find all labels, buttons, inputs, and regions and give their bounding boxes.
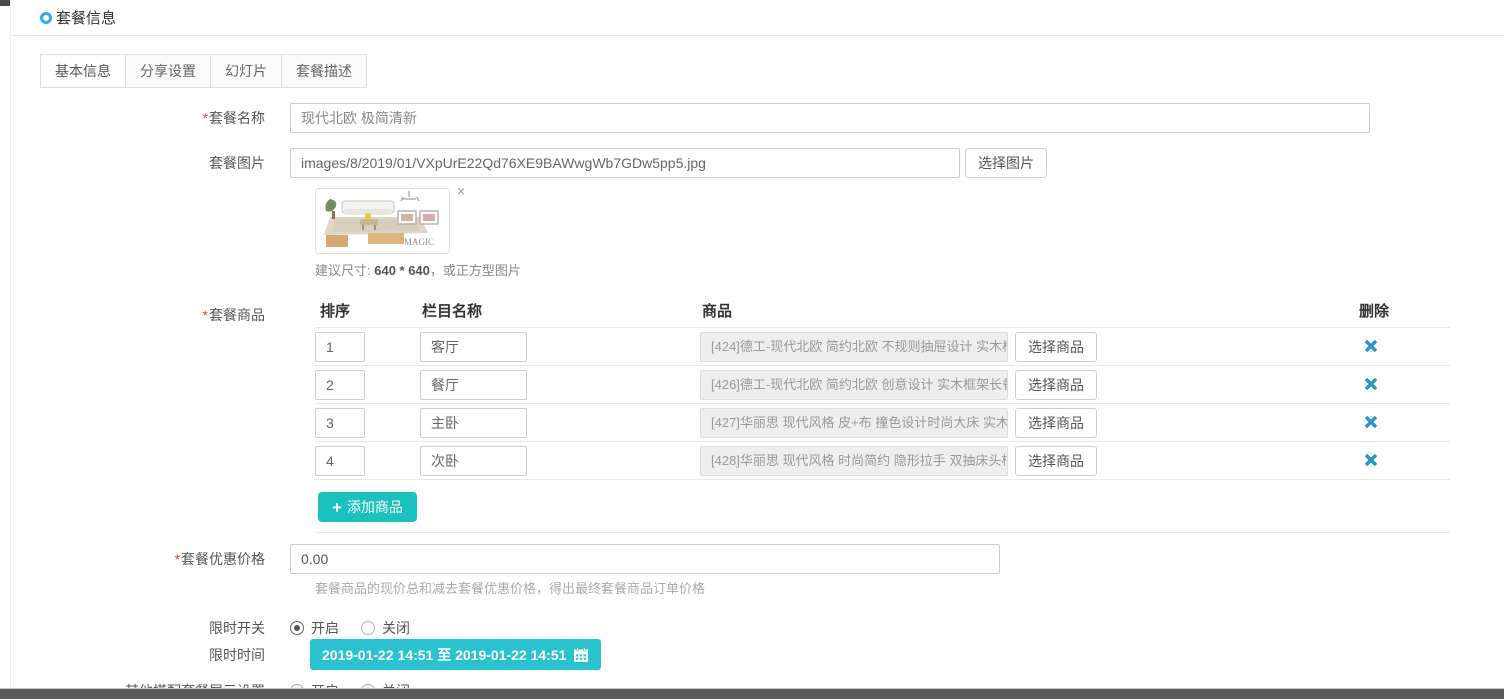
limit-switch-options: 开启 关闭: [290, 617, 410, 639]
delete-product-icon[interactable]: [1363, 414, 1379, 430]
package-image-label: 套餐图片: [40, 148, 290, 178]
image-preview-wrap: MAGIC ×: [315, 188, 450, 254]
delete-product-icon[interactable]: [1363, 338, 1379, 354]
header-product: 商品: [702, 300, 732, 321]
package-thumbnail-image: MAGIC: [315, 188, 450, 254]
products-table: 排序 栏目名称 商品 删除 [424]德工-现代北欧 简约北欧 不规则抽屉设计 …: [315, 298, 1450, 480]
header-sort: 排序: [320, 300, 350, 321]
product-value: [426]德工-现代北欧 简约北欧 创意设计 实木框架长餐台餐桌 一桌四椅/六椅: [700, 370, 1008, 400]
product-row: [426]德工-现代北欧 简约北欧 创意设计 实木框架长餐台餐桌 一桌四椅/六椅…: [315, 366, 1450, 404]
product-value: [424]德工-现代北欧 简约北欧 不规则抽屉设计 实木框架 收纳柜/二斗柜;[…: [700, 332, 1008, 362]
tab-package-description[interactable]: 套餐描述: [281, 54, 367, 88]
svg-text:MAGIC: MAGIC: [404, 237, 434, 247]
circle-icon: [40, 12, 52, 24]
choose-product-button[interactable]: 选择商品: [1015, 446, 1097, 476]
limit-switch-label: 限时开关: [40, 617, 290, 639]
package-name-label: *套餐名称: [40, 103, 290, 133]
column-name-input[interactable]: [420, 408, 527, 438]
sort-input[interactable]: [315, 332, 365, 362]
sort-input[interactable]: [315, 370, 365, 400]
page-title: 套餐信息: [56, 7, 116, 28]
delete-product-icon[interactable]: [1363, 452, 1379, 468]
sort-input[interactable]: [315, 446, 365, 476]
required-mark: *: [175, 551, 180, 567]
limit-time-row: 限时时间: [0, 645, 290, 665]
image-size-hint: 建议尺寸: 640 * 640，或正方型图片: [315, 260, 521, 279]
column-name-input[interactable]: [420, 446, 527, 476]
choose-product-button[interactable]: 选择商品: [1015, 332, 1097, 362]
limit-time-range-button[interactable]: 2019-01-22 14:51 至 2019-01-22 14:51: [310, 639, 601, 670]
package-price-input[interactable]: [290, 544, 1000, 574]
column-name-input[interactable]: [420, 370, 527, 400]
package-products-label-row: *套餐商品: [0, 300, 290, 330]
choose-product-button[interactable]: 选择商品: [1015, 408, 1097, 438]
column-name-input[interactable]: [420, 332, 527, 362]
calendar-icon: [573, 647, 589, 663]
plus-icon: +: [332, 499, 342, 516]
limit-time-label: 限时时间: [40, 645, 290, 665]
package-name-input[interactable]: [290, 103, 1370, 133]
required-mark: *: [203, 307, 208, 323]
limit-switch-off-option[interactable]: 关闭: [361, 617, 410, 639]
package-price-row: *套餐优惠价格: [0, 544, 1000, 574]
horizontal-scrollbar[interactable]: [0, 688, 1504, 699]
tab-basic-info[interactable]: 基本信息: [40, 54, 126, 88]
limit-switch-row: 限时开关 开启 关闭: [0, 617, 410, 639]
radio-off-icon[interactable]: [361, 621, 375, 635]
package-products-label: *套餐商品: [40, 300, 290, 330]
sort-input[interactable]: [315, 408, 365, 438]
section-divider: [315, 532, 1450, 533]
radio-on-icon[interactable]: [290, 621, 304, 635]
tab-share-settings[interactable]: 分享设置: [125, 54, 211, 88]
product-row: [428]华丽思 现代风格 时尚简约 隐形拉手 双抽床头柜 烤漆二斗柜; 选择商…: [315, 442, 1450, 480]
products-table-header: 排序 栏目名称 商品 删除: [315, 298, 1450, 328]
scrollbar-corner-artifact: [0, 0, 10, 6]
package-name-row: *套餐名称: [0, 103, 1370, 133]
product-value: [428]华丽思 现代风格 时尚简约 隐形拉手 双抽床头柜 烤漆二斗柜;: [700, 446, 1008, 476]
delete-product-icon[interactable]: [1363, 376, 1379, 392]
tab-slideshow[interactable]: 幻灯片: [210, 54, 282, 88]
panel-left-border: [10, 0, 11, 699]
product-value: [427]华丽思 现代风格 皮+布 撞色设计时尚大床 实木框架1.8米双人床;: [700, 408, 1008, 438]
header-delete: 删除: [1359, 300, 1389, 321]
page-header: 套餐信息: [11, 0, 1504, 36]
required-mark: *: [203, 110, 208, 126]
product-row: [427]华丽思 现代风格 皮+布 撞色设计时尚大床 实木框架1.8米双人床; …: [315, 404, 1450, 442]
package-image-row: 套餐图片 选择图片: [0, 148, 1047, 178]
header-column-name: 栏目名称: [422, 300, 482, 321]
remove-image-icon[interactable]: ×: [457, 184, 465, 198]
choose-image-button[interactable]: 选择图片: [965, 148, 1047, 178]
price-hint: 套餐商品的现价总和减去套餐优惠价格，得出最终套餐商品订单价格: [315, 578, 705, 597]
package-price-label: *套餐优惠价格: [40, 544, 290, 574]
choose-product-button[interactable]: 选择商品: [1015, 370, 1097, 400]
limit-switch-on-option[interactable]: 开启: [290, 617, 339, 639]
package-edit-page: 套餐信息 基本信息 分享设置 幻灯片 套餐描述 *套餐名称 套餐图片 选择图片: [0, 0, 1504, 699]
tab-bar: 基本信息 分享设置 幻灯片 套餐描述: [40, 54, 367, 88]
product-row: [424]德工-现代北欧 简约北欧 不规则抽屉设计 实木框架 收纳柜/二斗柜;[…: [315, 328, 1450, 366]
package-image-path-input[interactable]: [290, 148, 960, 178]
add-product-button[interactable]: + 添加商品: [318, 492, 417, 522]
